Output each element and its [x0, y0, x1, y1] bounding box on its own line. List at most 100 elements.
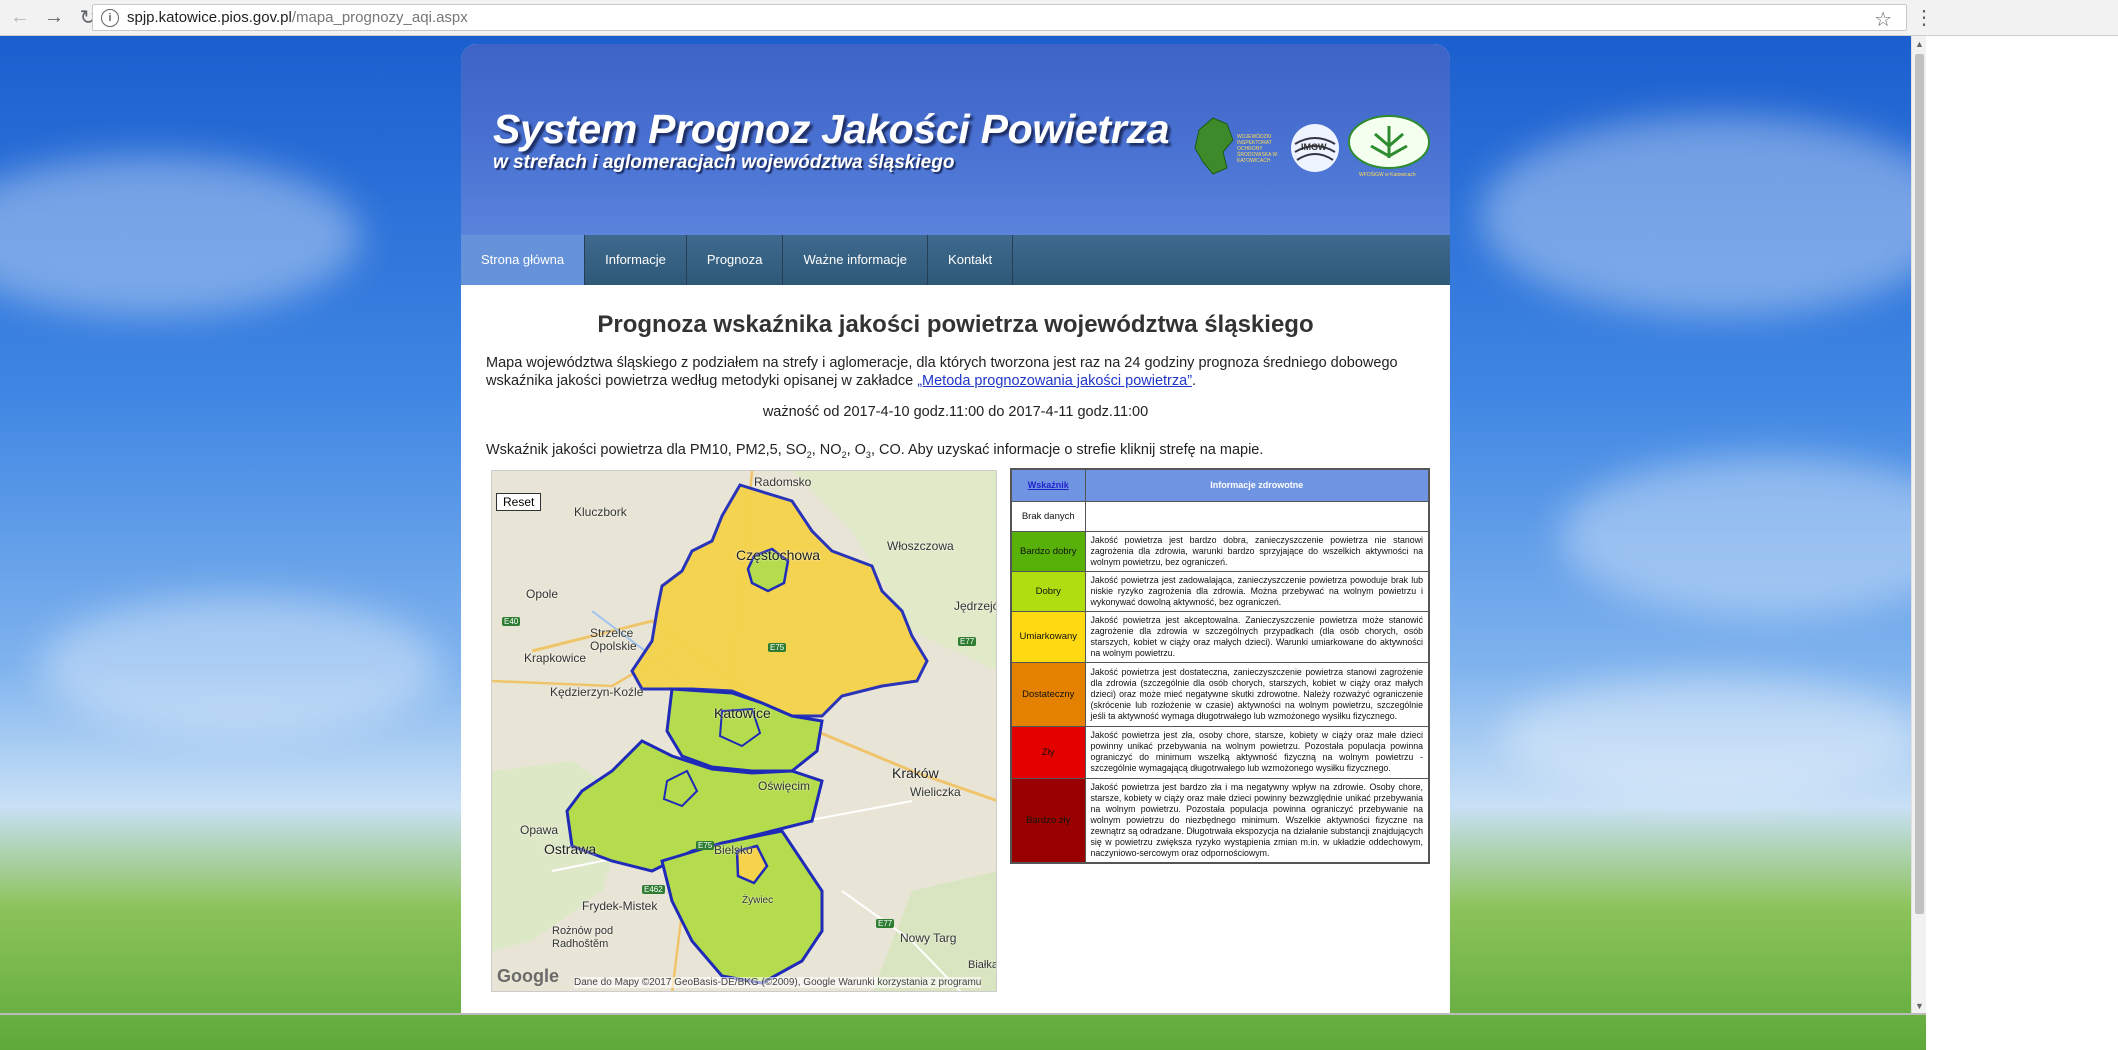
- wios-logo-text: WOJEWÓDZKI INSPEKTORAT OCHRONY ŚRODOWISK…: [1237, 134, 1278, 164]
- legend-description: Jakość powietrza jest zadowalająca, zani…: [1084, 570, 1430, 612]
- map-label: Białka: [968, 959, 997, 971]
- aqi-legend-table: Wskaźnik Informacje zdrowotne Brak danyc…: [1010, 468, 1430, 864]
- browser-toolbar: ← → ↻ i spjp.katowice.pios.gov.pl/mapa_p…: [0, 0, 2118, 36]
- road-label: E77: [876, 919, 895, 928]
- partner-logos: WOJEWÓDZKI INSPEKTORAT OCHRONY ŚRODOWISK…: [1193, 112, 1433, 182]
- legend-description: Jakość powietrza jest dostateczna, zanie…: [1084, 661, 1430, 727]
- map-reset-button[interactable]: Reset: [496, 493, 542, 511]
- url-path: /mapa_prognozy_aqi.aspx: [291, 9, 468, 26]
- map-label: Nowy Targ: [900, 931, 957, 945]
- road-label: E77: [958, 637, 977, 646]
- map-label: Wieliczka: [910, 785, 961, 799]
- map-attribution[interactable]: Dane do Mapy ©2017 GeoBasis-DE/BKG (©200…: [574, 977, 982, 988]
- legend-row: Bardzo zły Jakość powietrza jest bardzo z…: [1010, 777, 1430, 863]
- forward-icon[interactable]: →: [40, 4, 68, 32]
- legend-level-label: Dobry: [1010, 570, 1086, 612]
- legend-header-info: Informacje zdrowotne: [1084, 468, 1430, 502]
- forecast-map[interactable]: Reset Radomsko Kluczbork Częstochowa Wło…: [491, 470, 997, 992]
- map-label: Jędrzejó: [954, 599, 997, 613]
- map-label: Żywiec: [742, 895, 774, 906]
- legend-description: Jakość powietrza jest bardzo zła i ma ne…: [1084, 777, 1430, 863]
- back-icon[interactable]: ←: [6, 4, 34, 32]
- wfos-logo-text: WFOŚiGW w Katowicach: [1359, 172, 1416, 178]
- legend-row: Dobry Jakość powietrza jest zadowalająca,…: [1010, 570, 1430, 612]
- legend-row: Umiarkowany Jakość powietrza jest akcepto…: [1010, 610, 1430, 663]
- viewport-edge: [0, 1013, 1926, 1015]
- nav-item-important[interactable]: Ważne informacje: [783, 235, 929, 285]
- road-label: E462: [642, 885, 665, 894]
- nav-item-home[interactable]: Strona główna: [461, 235, 586, 285]
- map-label: Kraków: [892, 765, 939, 781]
- legend-level-label: Bardzo zły: [1010, 777, 1086, 863]
- nav-item-contact[interactable]: Kontakt: [928, 235, 1014, 285]
- pollutants-suffix: , CO. Aby uzyskać informacje o strefie k…: [870, 442, 1264, 458]
- site-subtitle: w strefach i aglomeracjach województwa ś…: [493, 152, 955, 173]
- cloud: [40, 596, 440, 736]
- map-label: Katowice: [714, 705, 771, 721]
- legend-description: [1084, 500, 1430, 532]
- imgw-logo-text: IMGW: [1301, 142, 1327, 152]
- legend-row: Zły Jakość powietrza jest zła, osoby chor…: [1010, 725, 1430, 779]
- legend-header-row: Wskaźnik Informacje zdrowotne: [1010, 468, 1430, 502]
- google-logo: Google: [497, 966, 559, 986]
- map-label: Bielsko: [714, 843, 753, 857]
- legend-row: Dostateczny Jakość powietrza jest dostate…: [1010, 661, 1430, 727]
- cloud: [0, 156, 360, 316]
- legend-row: Bardzo dobry Jakość powietrza jest bardzo…: [1010, 530, 1430, 572]
- cloud: [1500, 676, 1920, 796]
- map-label: Ostrawa: [544, 841, 597, 857]
- road-label: E40: [502, 617, 521, 626]
- info-icon[interactable]: i: [101, 8, 119, 27]
- nav-item-info[interactable]: Informacje: [585, 235, 687, 285]
- legend-description: Jakość powietrza jest bardzo dobra, zani…: [1084, 530, 1430, 572]
- road-label: E75: [768, 643, 787, 652]
- map-label: Opole: [526, 587, 559, 601]
- map-label: Rożnów pod Radhoštěm: [552, 925, 614, 950]
- road-label: E75: [696, 841, 715, 850]
- site-banner: System Prognoz Jakości Powietrza w stref…: [461, 44, 1450, 235]
- legend-level-label: Dostateczny: [1010, 661, 1086, 727]
- intro-end: .: [1192, 373, 1197, 389]
- pollutants-mid2: , O: [846, 442, 866, 458]
- page-title: Prognoza wskaźnika jakości powietrza woj…: [597, 311, 1314, 338]
- pollutants-mid1: , NO: [811, 442, 842, 458]
- legend-row: Brak danych: [1010, 500, 1430, 532]
- map-label: Częstochowa: [736, 547, 821, 563]
- map-label: Włoszczowa: [887, 539, 954, 553]
- address-bar[interactable]: i spjp.katowice.pios.gov.pl/mapa_prognoz…: [92, 4, 1907, 31]
- site-title: System Prognoz Jakości Powietrza: [493, 106, 1170, 152]
- map-label: Kluczbork: [574, 505, 627, 519]
- map-label: Frydek-Mistek: [582, 899, 658, 913]
- scroll-down-icon[interactable]: ▼: [1912, 998, 1927, 1014]
- browser-menu-icon[interactable]: ⋮: [1914, 4, 1934, 32]
- validity-period: ważność od 2017-4-10 godz.11:00 do 2017-…: [762, 404, 1149, 420]
- scroll-thumb[interactable]: [1915, 54, 1924, 914]
- map-label: Kędzierzyn-Koźle: [550, 685, 644, 699]
- legend-level-label: Bardzo dobry: [1010, 530, 1086, 572]
- legend-header-index[interactable]: Wskaźnik: [1010, 468, 1086, 502]
- cloud: [1560, 456, 1926, 616]
- map-label: Strzelce Opolskie: [590, 626, 637, 653]
- scroll-up-icon[interactable]: ▲: [1912, 36, 1927, 52]
- legend-description: Jakość powietrza jest zła, osoby chore, …: [1084, 725, 1430, 779]
- legend-level-label: Brak danych: [1010, 500, 1086, 532]
- window-margin: [1926, 36, 2118, 1050]
- legend-description: Jakość powietrza jest akceptowalna. Zani…: [1084, 610, 1430, 663]
- vertical-scrollbar[interactable]: ▲ ▼: [1911, 36, 1926, 1014]
- legend-level-label: Umiarkowany: [1010, 610, 1086, 663]
- method-link[interactable]: „Metoda prognozowania jakości powietrza”: [917, 373, 1192, 389]
- intro-paragraph: Mapa województwa śląskiego z podziałem n…: [486, 354, 1431, 390]
- legend-level-label: Zły: [1010, 725, 1086, 779]
- bookmark-star-icon[interactable]: ☆: [1874, 7, 1892, 32]
- pollutants-info: Wskaźnik jakości powietrza dla PM10, PM2…: [486, 442, 1263, 460]
- url-host: spjp.katowice.pios.gov.pl: [127, 9, 292, 26]
- nav-item-forecast[interactable]: Prognoza: [687, 235, 784, 285]
- cloud: [1480, 116, 1926, 316]
- map-label: Krapkowice: [524, 651, 587, 665]
- map-label: Oświęcim: [758, 779, 811, 793]
- main-nav: Strona główna Informacje Prognoza Ważne …: [461, 235, 1450, 285]
- map-label: Radomsko: [754, 475, 812, 489]
- pollutants-prefix: Wskaźnik jakości powietrza dla PM10, PM2…: [486, 442, 807, 458]
- legend-body: Brak danych Bardzo dobry Jakość powietrza …: [1010, 500, 1430, 863]
- map-label: Opawa: [520, 823, 559, 837]
